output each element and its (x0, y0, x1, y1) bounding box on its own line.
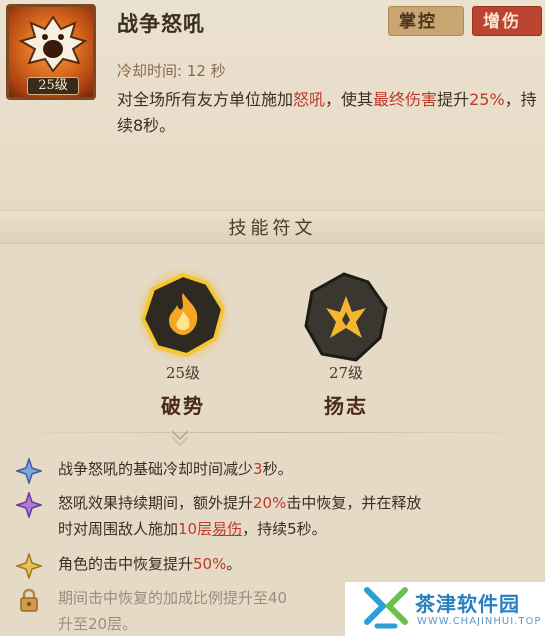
value-25pct: 25% (469, 90, 505, 109)
flame-rune-icon (135, 267, 231, 363)
chevron-down-icon (171, 430, 189, 447)
skill-level-badge: 25级 (27, 77, 79, 95)
skill-icon-frame[interactable]: 25级 (6, 4, 96, 100)
effect-text: 战争怒吼的基础冷却时间减少3秒。 (58, 460, 293, 478)
roaring-face-icon (18, 15, 88, 73)
spark-rune-icon (304, 272, 388, 362)
rune-option-poshi[interactable] (133, 265, 233, 365)
skill-title: 战争怒吼 (117, 12, 205, 36)
tag-damage: 增伤 (472, 6, 542, 36)
rune-name-poshi: 破势 (161, 394, 205, 418)
effect-text: 角色的击中恢复提升50%。 (58, 555, 242, 573)
rune-option-yangzhi[interactable] (296, 268, 396, 368)
section-divider (0, 432, 545, 433)
keyword-vulnerable-link[interactable]: 易伤 (212, 520, 242, 538)
lock-icon (20, 588, 38, 612)
effect-text: 怒吼效果持续期间，额外提升20%击中恢复，并在释放 时对周围敌人施加10层易伤，… (58, 494, 422, 538)
gold-star-icon (16, 553, 42, 579)
skill-description: 对全场所有友方单位施加怒吼，使其最终伤害提升25%，持续8秒。 (117, 90, 537, 135)
rune-level-yangzhi: 27级 (328, 364, 364, 382)
watermark-title: 茶津软件园 (415, 592, 520, 616)
site-watermark: 茶津软件园 WWW.CHAJINHUI.TOP (345, 582, 545, 636)
tag-control: 掌控 (388, 6, 464, 36)
watermark-url: WWW.CHAJINHUI.TOP (417, 616, 542, 627)
rune-name-yangzhi: 扬志 (324, 394, 368, 418)
watermark-logo-icon (364, 587, 408, 629)
keyword-roar: 怒吼 (293, 90, 326, 109)
purple-star-icon (16, 492, 42, 518)
keyword-final-damage: 最终伤害 (373, 90, 438, 109)
rune-level-poshi: 25级 (165, 364, 201, 382)
rune-section-title: 技能符文 (228, 218, 317, 239)
cooldown-text: 冷却时间: 12 秒 (117, 62, 226, 80)
blue-star-icon (16, 458, 42, 484)
